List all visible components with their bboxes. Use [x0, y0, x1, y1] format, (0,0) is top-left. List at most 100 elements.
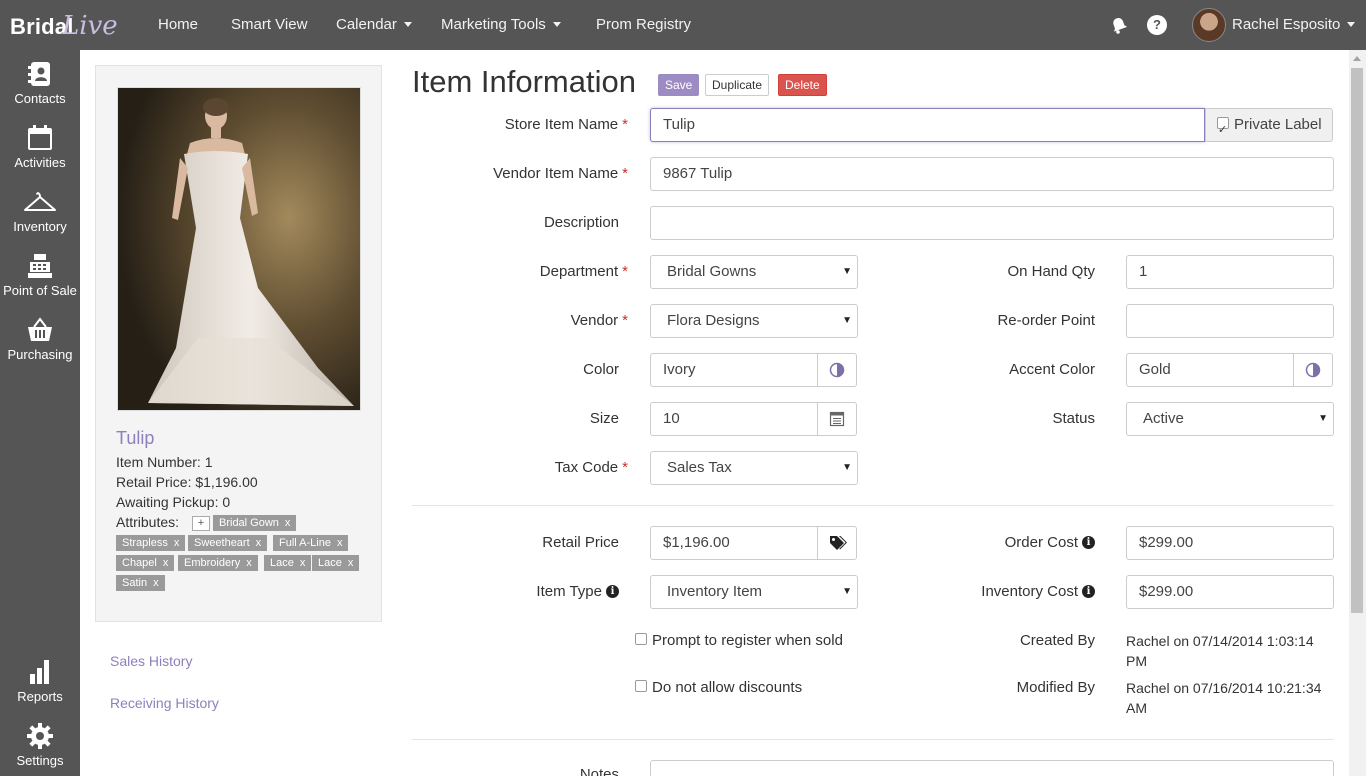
status-select[interactable]: Active ▼	[1126, 402, 1334, 436]
color-input[interactable]: Ivory	[650, 353, 818, 387]
accent-color-picker-button[interactable]	[1293, 353, 1333, 387]
logo-text-live: Live	[62, 11, 118, 41]
sidebar-item-purchasing[interactable]: Purchasing	[0, 316, 80, 362]
contrast-icon	[829, 362, 845, 378]
info-icon[interactable]: i	[1082, 535, 1095, 549]
department-select[interactable]: Bridal Gowns ▼	[650, 255, 858, 289]
checkbox-unchecked-icon[interactable]	[635, 680, 647, 693]
sidebar-item-activities[interactable]: Activities	[0, 124, 80, 170]
modified-by-line1: Rachel on 07/16/2014 10:21:34	[1126, 680, 1322, 696]
remove-tag-icon[interactable]: x	[246, 557, 252, 569]
sidebar-item-point-of-sale[interactable]: Point of Sale	[0, 252, 80, 298]
duplicate-button[interactable]: Duplicate	[705, 74, 770, 96]
contrast-icon	[1305, 362, 1321, 378]
nav-home-label: Home	[158, 16, 199, 33]
sales-history-link[interactable]: Sales History	[110, 653, 192, 669]
scrollbar-thumb[interactable]	[1351, 68, 1363, 613]
checkbox-checked-icon[interactable]	[1217, 114, 1229, 146]
label-text: Department	[539, 263, 619, 280]
required-mark: *	[622, 312, 628, 329]
inventory-cost-label: Inventory Cost i	[981, 583, 1095, 600]
retail-price-label: Retail Price	[542, 534, 619, 551]
user-menu[interactable]: Rachel Esposito	[1232, 0, 1356, 50]
store-item-name-input[interactable]: Tulip	[650, 108, 1205, 142]
accent-color-input[interactable]: Gold	[1126, 353, 1294, 387]
attribute-tag: Lace x	[312, 555, 360, 571]
sidebar-item-inventory[interactable]: Inventory	[0, 188, 80, 234]
help-icon[interactable]: ?	[1147, 15, 1167, 35]
notification-bell-icon[interactable]	[1109, 15, 1129, 35]
size-chart-button[interactable]	[817, 402, 857, 436]
remove-tag-icon[interactable]: x	[337, 537, 343, 549]
attribute-tag-label: Sweetheart	[194, 537, 250, 549]
retail-price-input[interactable]: $1,196.00	[650, 526, 818, 560]
created-by-line2: PM	[1126, 653, 1147, 669]
nav-smart-view[interactable]: Smart View	[231, 0, 307, 50]
sidebar-item-label: Settings	[16, 753, 64, 768]
attribute-tag: Lace x	[264, 555, 312, 571]
info-icon[interactable]: i	[1082, 584, 1095, 598]
attribute-tag: Strapless x	[116, 535, 186, 551]
nav-marketing-tools[interactable]: Marketing Tools	[441, 0, 561, 50]
delete-button[interactable]: Delete	[778, 74, 827, 96]
avatar[interactable]	[1192, 8, 1226, 42]
label-text: Tax Code	[554, 459, 619, 476]
item-retail-price: Retail Price: $1,196.00	[116, 474, 258, 490]
checkbox-unchecked-icon[interactable]	[635, 633, 647, 646]
receiving-history-link[interactable]: Receiving History	[110, 695, 219, 711]
list-icon	[829, 411, 845, 427]
page-scrollbar[interactable]	[1349, 50, 1366, 776]
status-value: Active	[1143, 410, 1184, 427]
info-icon[interactable]: i	[606, 584, 619, 598]
label-text: Inventory Cost	[981, 583, 1078, 600]
vendor-select[interactable]: Flora Designs ▼	[650, 304, 858, 338]
inventory-cost-input[interactable]: $299.00	[1126, 575, 1334, 609]
attribute-tag-label: Lace	[270, 557, 294, 569]
nav-home[interactable]: Home	[158, 0, 198, 50]
on-hand-qty-input[interactable]: 1	[1126, 255, 1334, 289]
sidebar-item-settings[interactable]: Settings	[0, 722, 80, 768]
bridallive-logo[interactable]: Bridal Live	[10, 6, 128, 46]
tax-code-select[interactable]: Sales Tax ▼	[650, 451, 858, 485]
price-tags-button[interactable]	[817, 526, 857, 560]
order-cost-input[interactable]: $299.00	[1126, 526, 1334, 560]
gear-icon	[27, 723, 53, 749]
attribute-tag-label: Lace	[318, 557, 342, 569]
prompt-register-checkbox[interactable]: Prompt to register when sold	[635, 631, 843, 651]
sidebar-item-reports[interactable]: Reports	[0, 658, 80, 704]
remove-tag-icon[interactable]: x	[300, 557, 306, 569]
remove-tag-icon[interactable]: x	[163, 557, 169, 569]
attribute-tag: Satin x	[116, 575, 165, 591]
save-button[interactable]: Save	[658, 74, 700, 96]
item-awaiting-pickup: Awaiting Pickup: 0	[116, 494, 231, 510]
remove-tag-icon[interactable]: x	[285, 517, 291, 529]
notes-textarea[interactable]	[650, 760, 1334, 776]
item-photo[interactable]	[117, 87, 361, 411]
color-picker-button[interactable]	[817, 353, 857, 387]
sidebar-item-label: Inventory	[13, 219, 67, 234]
description-input[interactable]	[650, 206, 1334, 240]
add-attribute-button[interactable]: +	[192, 516, 210, 531]
dropdown-arrow-icon: ▼	[842, 266, 852, 277]
nav-prom-registry[interactable]: Prom Registry	[596, 0, 691, 50]
nav-calendar[interactable]: Calendar	[336, 0, 412, 50]
contacts-icon	[28, 62, 50, 86]
created-by-value: Rachel on 07/14/2014 1:03:14 PM	[1126, 631, 1314, 671]
remove-tag-icon[interactable]: x	[348, 557, 354, 569]
attribute-tag-label: Strapless	[122, 537, 168, 549]
order-cost-label: Order Cost i	[1005, 534, 1095, 551]
sidebar-item-contacts[interactable]: Contacts	[0, 60, 80, 106]
hanger-icon	[24, 192, 56, 211]
scroll-up-icon[interactable]	[1353, 56, 1361, 61]
item-type-select[interactable]: Inventory Item ▼	[650, 575, 858, 609]
vendor-item-name-input[interactable]: 9867 Tulip	[650, 157, 1334, 191]
remove-tag-icon[interactable]: x	[153, 577, 159, 589]
on-hand-qty-label: On Hand Qty	[1007, 263, 1095, 280]
size-input[interactable]: 10	[650, 402, 818, 436]
private-label-checkbox[interactable]: Private Label	[1205, 108, 1333, 146]
reorder-point-input[interactable]	[1126, 304, 1334, 338]
no-discounts-checkbox[interactable]: Do not allow discounts	[635, 678, 802, 698]
remove-tag-icon[interactable]: x	[174, 537, 180, 549]
remove-tag-icon[interactable]: x	[256, 537, 262, 549]
top-navbar: Bridal Live Home Smart View Calendar Mar…	[0, 0, 1366, 50]
